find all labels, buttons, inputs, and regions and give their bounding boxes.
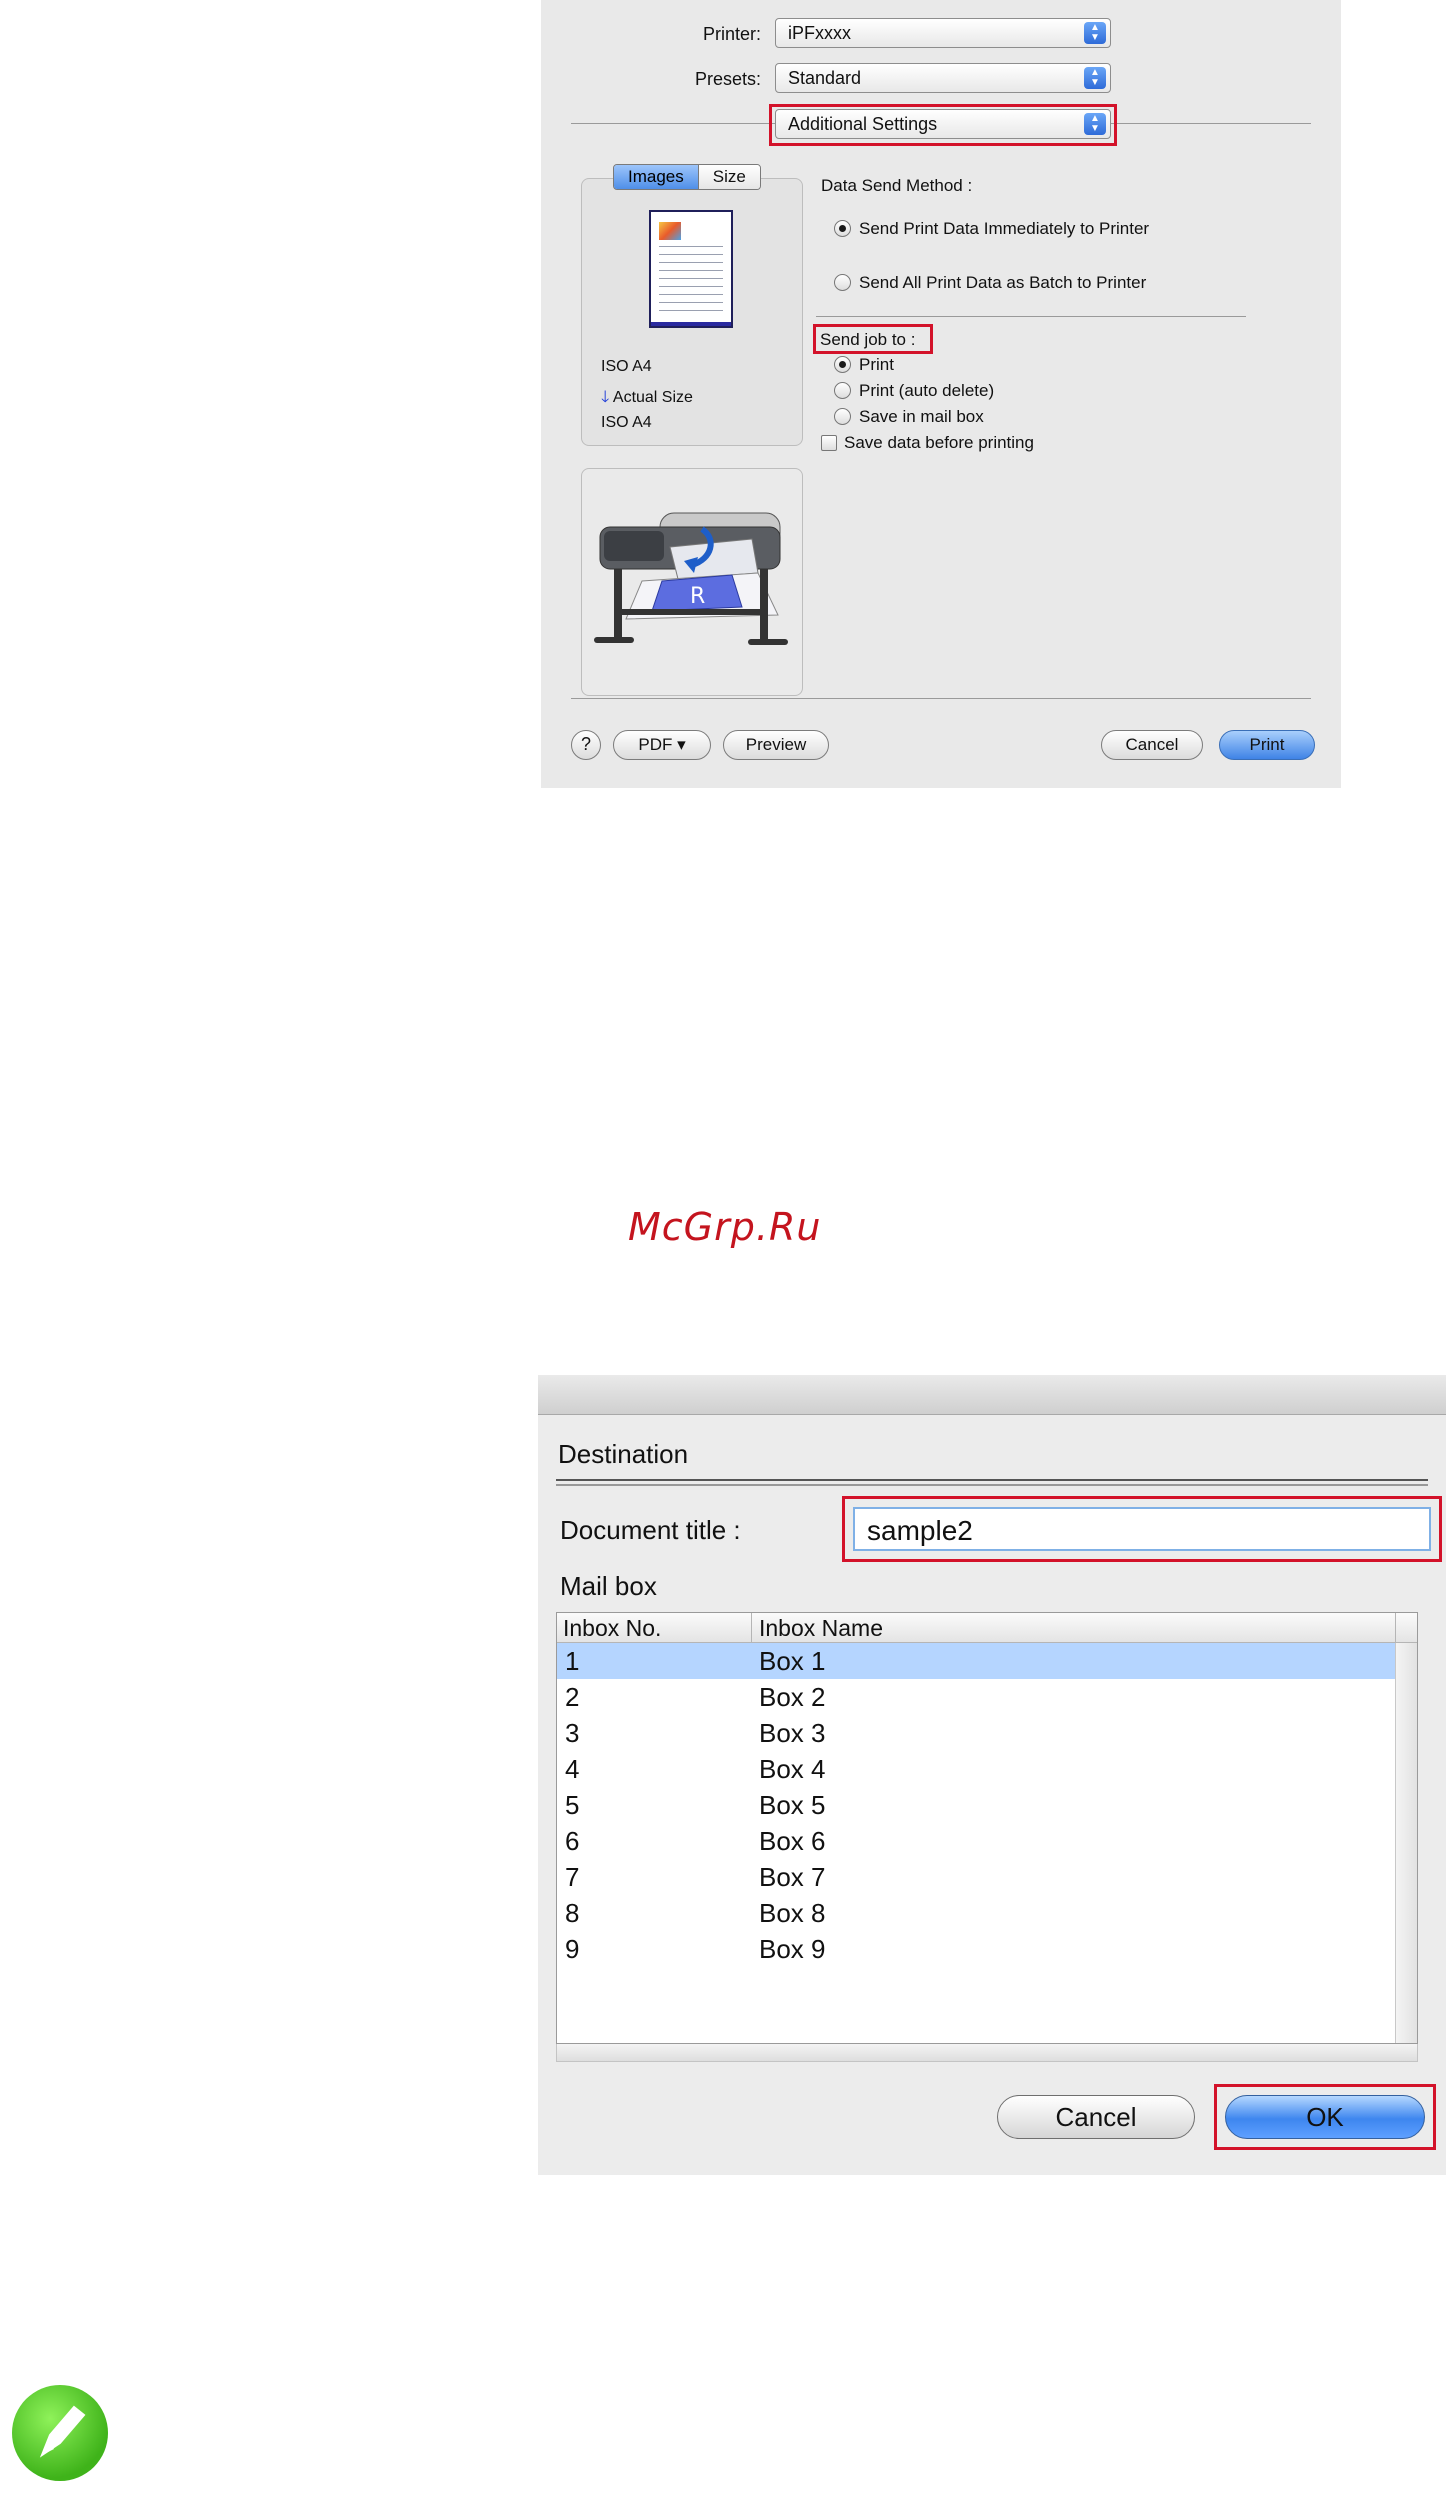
popup-arrows-icon: ▲ ▼ (1084, 22, 1106, 44)
job-mailbox-label[interactable]: Save in mail box (859, 407, 984, 427)
preview-button[interactable]: Preview (723, 730, 829, 760)
cell-inbox-no: 9 (565, 1934, 580, 1964)
cell-inbox-name: Box 2 (759, 1682, 826, 1712)
printer-illustration: R (594, 512, 788, 645)
column-inbox-no[interactable]: Inbox No. (563, 1615, 661, 1642)
horizontal-scrollbar[interactable] (556, 2044, 1418, 2062)
presets-popup[interactable]: Standard ▲ ▼ (775, 63, 1111, 93)
radio-job-mailbox[interactable] (834, 408, 851, 425)
note-pencil-icon (12, 2385, 108, 2481)
table-row[interactable]: 2 Box 2 (557, 1679, 1395, 1715)
table-row[interactable]: 3 Box 3 (557, 1715, 1395, 1751)
cell-inbox-no: 5 (565, 1790, 580, 1820)
cancel-button[interactable]: Cancel (997, 2095, 1195, 2139)
page-info-output: ISO A4 (601, 414, 652, 431)
column-separator (1395, 1613, 1396, 1643)
page-info-paper: ISO A4 (601, 358, 652, 375)
watermark: McGrp.Ru (628, 1205, 822, 1249)
cell-inbox-no: 4 (565, 1754, 580, 1784)
radio-job-print[interactable] (834, 356, 851, 373)
radio-send-immediately[interactable] (834, 220, 851, 237)
cell-inbox-name: Box 8 (759, 1898, 826, 1928)
cell-inbox-name: Box 6 (759, 1826, 826, 1856)
preview-tabs: Images Size (613, 164, 761, 190)
radio-send-batch[interactable] (834, 274, 851, 291)
job-auto-delete-label[interactable]: Print (auto delete) (859, 381, 994, 401)
send-immediately-label[interactable]: Send Print Data Immediately to Printer (859, 219, 1149, 239)
cell-inbox-name: Box 5 (759, 1790, 826, 1820)
tab-images[interactable]: Images (614, 165, 698, 189)
table-row[interactable]: 4 Box 4 (557, 1751, 1395, 1787)
cell-inbox-name: Box 3 (759, 1718, 826, 1748)
radio-job-auto-delete[interactable] (834, 382, 851, 399)
cell-inbox-no: 7 (565, 1862, 580, 1892)
cell-inbox-no: 8 (565, 1898, 580, 1928)
divider (571, 698, 1311, 699)
print-dialog: Printer: iPFxxxx ▲ ▼ Presets: Standard ▲ ▼… (541, 0, 1341, 788)
presets-label: Presets: (694, 69, 761, 89)
cell-inbox-name: Box 1 (759, 1646, 826, 1676)
cancel-button[interactable]: Cancel (1101, 730, 1203, 760)
highlight-send-job-to (813, 324, 933, 354)
send-batch-label[interactable]: Send All Print Data as Batch to Printer (859, 273, 1146, 293)
cell-inbox-name: Box 9 (759, 1934, 826, 1964)
table-row[interactable]: 8 Box 8 (557, 1895, 1395, 1931)
column-inbox-name[interactable]: Inbox Name (759, 1615, 883, 1642)
pencil-glyph (39, 2405, 86, 2458)
down-arrow-icon: 🡓 (601, 389, 610, 406)
svg-text:R: R (690, 584, 705, 609)
document-title-label: Document title : (560, 1515, 741, 1545)
save-before-checkbox[interactable] (821, 435, 837, 451)
table-row[interactable]: 5 Box 5 (557, 1787, 1395, 1823)
printer-popup[interactable]: iPFxxxx ▲ ▼ (775, 18, 1111, 48)
page-preview-thumbnail (649, 210, 733, 328)
printer-label: Printer: (702, 24, 761, 44)
tab-size[interactable]: Size (697, 165, 760, 189)
divider (816, 316, 1246, 317)
table-row[interactable]: 7 Box 7 (557, 1859, 1395, 1895)
cell-inbox-no: 6 (565, 1826, 580, 1856)
mailbox-table[interactable]: Inbox No. Inbox Name 1 Box 1 2 Box 2 3 Box … (556, 1612, 1418, 2044)
table-row[interactable]: 1 Box 1 (557, 1643, 1395, 1679)
printer-popup-value: iPFxxxx (788, 23, 851, 43)
cell-inbox-name: Box 4 (759, 1754, 826, 1784)
presets-popup-value: Standard (788, 68, 862, 88)
destination-heading: Destination (558, 1439, 689, 1469)
highlight-document-title (842, 1496, 1442, 1562)
save-before-label[interactable]: Save data before printing (844, 433, 1034, 453)
cell-inbox-no: 2 (565, 1682, 580, 1712)
pdf-button[interactable]: PDF ▾ (613, 730, 711, 760)
heading-rule-shadow (556, 1484, 1428, 1486)
table-row[interactable]: 9 Box 9 (557, 1931, 1395, 1967)
heading-rule (556, 1479, 1428, 1481)
cell-inbox-name: Box 7 (759, 1862, 826, 1892)
data-send-method-label: Data Send Method : (821, 176, 973, 195)
job-print-label[interactable]: Print (859, 355, 894, 375)
column-separator (751, 1613, 752, 1643)
highlight-pane-popup (769, 104, 1117, 146)
page-info-scale: 🡓 Actual Size (601, 386, 693, 413)
table-header: Inbox No. Inbox Name (557, 1613, 1417, 1643)
title-bar[interactable] (538, 1375, 1446, 1415)
help-icon[interactable]: ? (571, 730, 601, 760)
destination-dialog: Destination Document title : sample2 Mai… (538, 1375, 1446, 2175)
highlight-ok-button (1214, 2084, 1436, 2150)
cell-inbox-no: 1 (565, 1646, 580, 1676)
vertical-scrollbar[interactable] (1395, 1643, 1417, 2043)
page-info-scale-text: Actual Size (612, 389, 693, 406)
table-row[interactable]: 6 Box 6 (557, 1823, 1395, 1859)
cell-inbox-no: 3 (565, 1718, 580, 1748)
print-button[interactable]: Print (1219, 730, 1315, 760)
popup-arrows-icon: ▲ ▼ (1084, 67, 1106, 89)
printer-illustration-panel: R (581, 468, 803, 696)
mailbox-label: Mail box (560, 1571, 657, 1601)
